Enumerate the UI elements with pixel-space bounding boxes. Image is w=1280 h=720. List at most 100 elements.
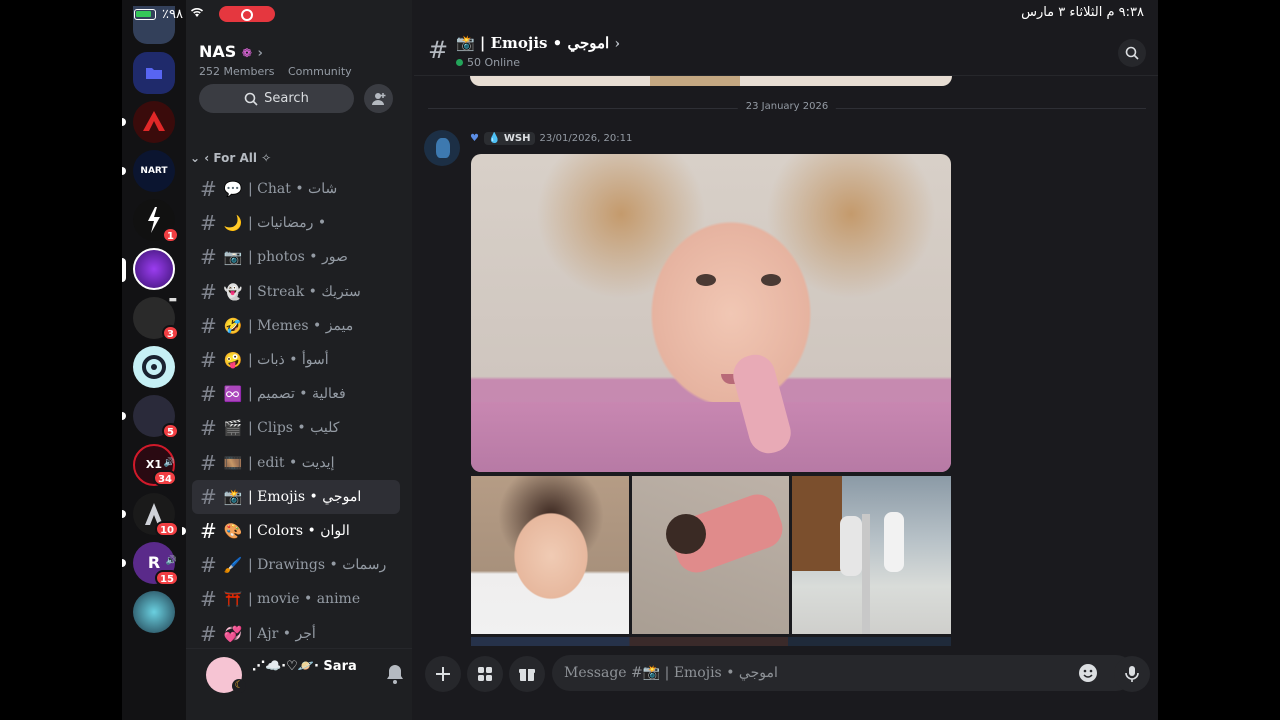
gift-button[interactable] <box>509 656 545 692</box>
channel-item[interactable]: # 👻 | Streak • ستريك <box>192 275 400 309</box>
wifi-icon <box>189 6 205 22</box>
app-window: ٪٩٨ ٩:٣٨ م الثلاثاء ٣ مارس NART 1 ▬ 3 5 … <box>122 0 1158 720</box>
channel-header: # 📸 | Emojis • اموجي › 50 Online <box>414 28 1158 76</box>
server-r-icon[interactable]: R 🔊 15 <box>122 542 179 586</box>
message-input-wrapper <box>552 655 1134 691</box>
guild-type: Community <box>287 65 352 78</box>
channel-name: | photos • صور <box>248 249 348 266</box>
hash-icon: # <box>428 36 449 64</box>
channel-emoji: 🎞️ <box>223 453 243 472</box>
clock-date: ٩:٣٨ م الثلاثاء ٣ مارس <box>1021 5 1144 20</box>
server-rail: NART 1 ▬ 3 5 X1 🔊 34 10 R 🔊 15 <box>122 0 186 720</box>
category-header[interactable]: ⌄ ‹ For All ✧ <box>190 151 271 165</box>
unread-badge: 5 <box>162 423 179 439</box>
channel-item[interactable]: # 🤣 | Memes • ميمز <box>192 309 400 343</box>
message-image[interactable] <box>471 154 951 472</box>
guild-boost-icon: ❁ <box>241 46 252 60</box>
channel-emoji: 🎬 <box>223 419 243 438</box>
microphone-icon <box>1125 666 1139 682</box>
server-nart-icon[interactable]: NART <box>122 150 175 192</box>
previous-image[interactable] <box>470 76 952 86</box>
avatar[interactable] <box>424 130 460 166</box>
battery-level: ٪٩٨ <box>162 6 183 22</box>
channel-title-text: 📸 | Emojis • اموجي <box>456 34 610 52</box>
channel-item[interactable]: # 📸 | Emojis • اموجي <box>192 479 400 514</box>
server-cyan-icon[interactable] <box>133 346 175 388</box>
search-button[interactable]: Search <box>199 84 354 113</box>
unread-badge: 15 <box>155 570 179 586</box>
channel-name: | Chat • شات <box>248 181 338 198</box>
invite-button[interactable] <box>364 84 393 113</box>
channel-item[interactable]: # 💞 | Ajr • أجر <box>192 616 400 650</box>
username[interactable]: ⋰☁️·♡🪐· Sara <box>252 659 357 674</box>
add-attachment-button[interactable] <box>425 656 461 692</box>
channel-emoji: ♾️ <box>223 385 243 404</box>
unread-badge: 10 <box>155 521 179 537</box>
message-header: ♥ 💧 WSH 23/01/2026, 20:11 <box>470 132 632 145</box>
message-image[interactable] <box>471 476 629 634</box>
hash-icon: # <box>200 484 217 509</box>
hash-icon: # <box>200 416 217 441</box>
channel-emoji: 📸 <box>223 487 243 506</box>
hash-icon: # <box>200 313 217 338</box>
status-bar: ٪٩٨ ٩:٣٨ م الثلاثاء ٣ مارس <box>122 0 1158 28</box>
server-red-icon[interactable] <box>122 101 175 143</box>
message-composer <box>414 646 1158 720</box>
apps-button[interactable] <box>467 656 503 692</box>
channel-emoji: ⛩️ <box>223 590 243 609</box>
channel-item[interactable]: # 🎨 | Colors • الوان <box>182 514 400 548</box>
chat-area: # 📸 | Emojis • اموجي › 50 Online 23 Janu… <box>414 28 1158 720</box>
hash-icon: # <box>200 348 217 373</box>
search-icon[interactable] <box>1118 39 1146 67</box>
channel-emoji: 💬 <box>223 180 243 199</box>
category-name: For All <box>213 151 257 165</box>
server-a-icon[interactable]: 10 <box>122 493 179 537</box>
message-image[interactable] <box>632 476 789 634</box>
channel-emoji: 👻 <box>223 282 243 301</box>
channel-item[interactable]: # ⛩️ | movie • anime <box>192 582 400 616</box>
channel-item[interactable]: # 🎬 | Clips • كليب <box>192 411 400 445</box>
message-image[interactable] <box>792 476 951 634</box>
message-input[interactable] <box>564 655 1064 691</box>
channel-name: | أسوأ • ذبات <box>248 352 329 369</box>
chevron-left-icon: ‹ <box>204 151 210 165</box>
server-1z20-icon[interactable]: 1 <box>133 199 179 243</box>
channel-item[interactable]: # 🌙 | رمضانيات • <box>192 206 400 240</box>
channel-item[interactable]: # 🎞️ | edit • إيديت <box>192 446 400 480</box>
chevron-down-icon: ⌄ <box>190 151 201 165</box>
channel-emoji: 🖌️ <box>223 556 243 575</box>
channel-sidebar: NAS ❁ › 252 Members Community Search ⌄ ‹… <box>182 0 448 720</box>
guild-header[interactable]: NAS ❁ › <box>199 42 263 61</box>
bell-icon[interactable] <box>386 664 404 688</box>
date-divider-label: 23 January 2026 <box>737 101 837 112</box>
chat-icon: ▬ <box>168 295 177 305</box>
folder-icon[interactable] <box>133 52 175 94</box>
add-user-icon <box>371 92 385 105</box>
channel-item[interactable]: # 🤪 | أسوأ • ذبات <box>192 343 400 377</box>
channel-item[interactable]: # 🖌️ | Drawings • رسمات <box>192 548 400 582</box>
server-x1-icon[interactable]: X1 🔊 34 <box>133 444 177 486</box>
battery-icon <box>134 8 156 20</box>
author-tag[interactable]: 💧 WSH <box>483 132 535 145</box>
voice-message-button[interactable] <box>1114 656 1150 692</box>
channel-emoji: 🤣 <box>223 316 243 335</box>
online-dot-icon <box>456 59 463 66</box>
server-face-icon[interactable] <box>133 591 175 633</box>
user-panel: ☾ ⋰☁️·♡🪐· Sara <box>186 648 448 720</box>
server-dark-icon[interactable]: ▬ 3 <box>133 295 179 341</box>
channel-item[interactable]: # 💬 | Chat • شات <box>192 172 400 206</box>
apps-icon <box>478 667 492 681</box>
screen-recording-indicator[interactable] <box>218 6 275 22</box>
channel-item[interactable]: # ♾️ | فعالية • تصميم <box>192 377 400 411</box>
date-divider: 23 January 2026 <box>428 101 1146 112</box>
unread-badge: 34 <box>153 470 177 486</box>
unread-badge: 3 <box>162 325 179 341</box>
unread-indicator <box>182 526 186 535</box>
emoji-icon[interactable] <box>1078 663 1098 687</box>
server-rabbit-icon[interactable]: 5 <box>122 395 179 439</box>
channel-name: | Drawings • رسمات <box>248 557 387 574</box>
hash-icon: # <box>200 382 217 407</box>
server-n-icon[interactable] <box>122 248 175 290</box>
channel-item[interactable]: # 📷 | photos • صور <box>192 240 400 274</box>
channel-title[interactable]: 📸 | Emojis • اموجي › <box>456 34 620 52</box>
